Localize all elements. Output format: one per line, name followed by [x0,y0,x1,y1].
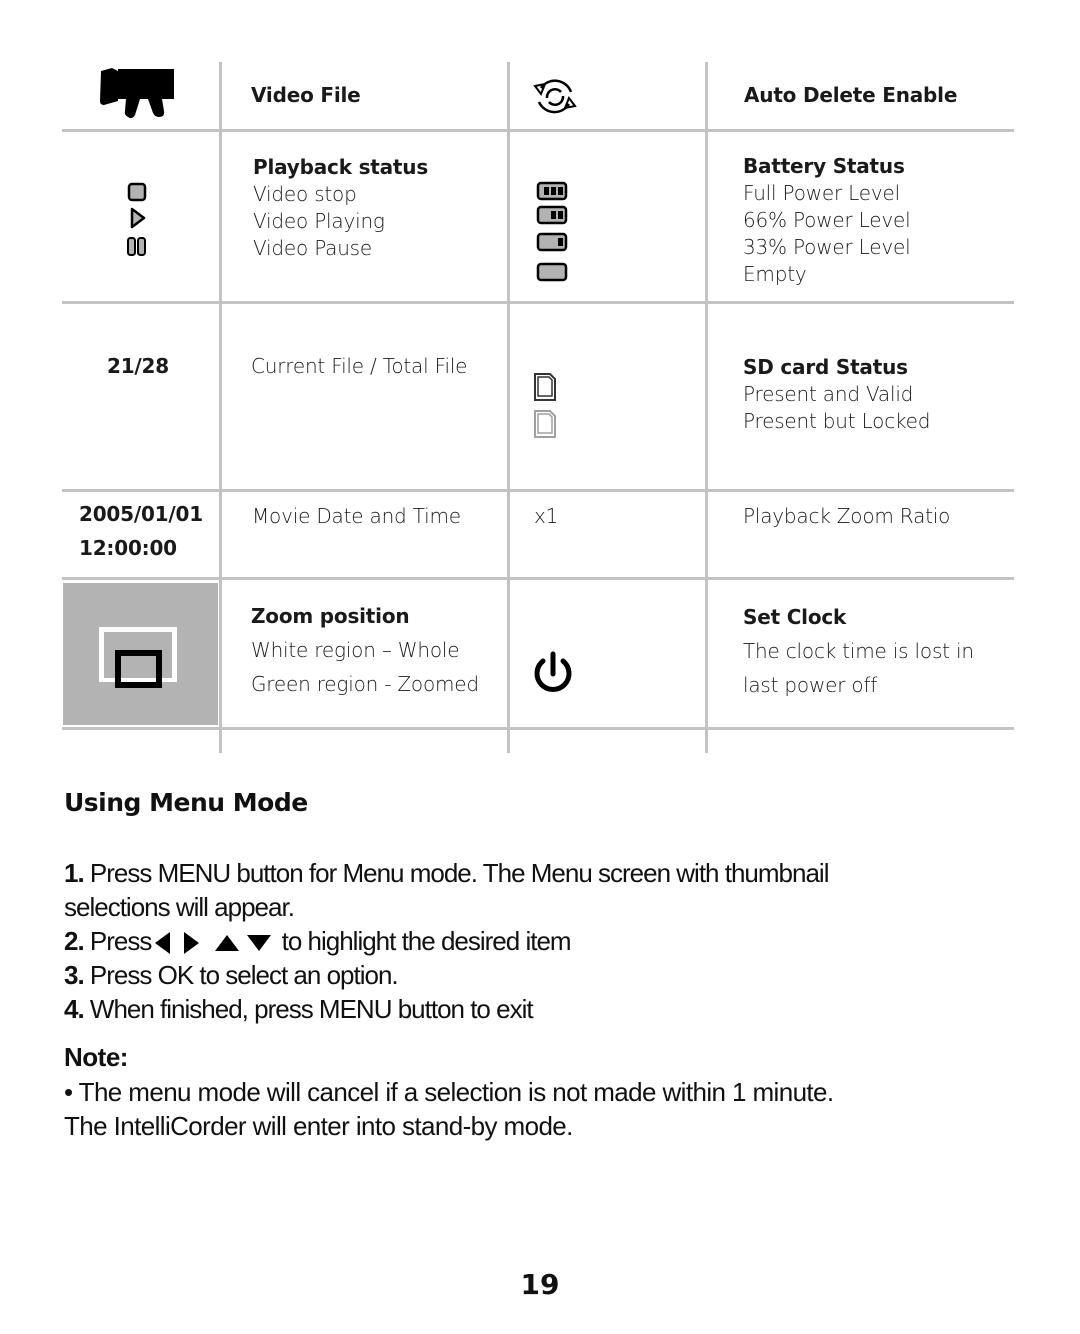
movie-datetime-label: Movie Date and Time [252,504,461,528]
zoom-position-icon [63,583,218,725]
section-title: Using Menu Mode [64,788,308,817]
playback-status-line: Video stop [253,182,357,206]
set-clock-line: last power off [743,673,878,697]
sd-card-status-line: Present and Valid [743,382,914,406]
play-icon [130,207,146,229]
playback-status-line: Video Pause [253,236,373,260]
set-clock-line: The clock time is lost in [743,639,974,663]
sd-card-valid-icon [534,373,556,401]
zoom-ratio-value: x1 [534,504,559,528]
file-counter-label: Current File / Total File [251,354,468,378]
arrow-left-icon [155,932,171,955]
sd-card-locked-icon [534,410,556,438]
step-number: 1. [64,858,85,888]
step-text: Press OK to select an option. [83,960,399,990]
sd-card-status-text: SD card Status Present and Valid Present… [743,354,930,435]
table-divider [219,62,222,753]
video-camera-icon [100,68,174,119]
menu-steps: 1. Press MENU button for Menu mode. The … [64,856,830,1026]
battery-status-line: 33% Power Level [743,235,911,259]
playback-status-heading: Playback status [253,155,429,179]
movie-time: 12:00:00 [79,536,177,560]
step-number: 3. [64,960,85,990]
table-divider [62,577,1014,580]
battery-full-icon [536,181,568,201]
step-item: 3. Press OK to select an option. [64,958,828,992]
step-text: When finished, press MENU button to exit [83,994,534,1024]
sd-card-status-heading: SD card Status [743,355,908,379]
table-divider [62,489,1014,492]
note-line: The IntelliCorder will enter into stand-… [64,1111,573,1141]
step-item: 4. When finished, press MENU button to e… [64,992,828,1026]
sd-card-status-line: Present but Locked [743,409,931,433]
step-item: 1. Press MENU button for Menu mode. The … [64,856,830,890]
battery-status-line: Empty [743,262,807,286]
arrow-down-icon [247,935,272,952]
battery-status-heading: Battery Status [743,154,905,178]
playback-status-text: Playback status Video stop Video Playing… [253,154,428,262]
battery-status-text: Battery Status Full Power Level 66% Powe… [743,153,911,288]
movie-date: 2005/01/01 [79,502,203,526]
arrow-right-icon [184,932,200,955]
step-text: Press [83,926,152,956]
file-counter-value: 21/28 [107,354,169,378]
zoom-ratio-label: Playback Zoom Ratio [743,504,951,528]
zoom-position-line: Green region - Zoomed [251,672,479,696]
table-divider [62,129,1014,132]
page-number: 19 [520,1268,560,1301]
battery-33-icon [536,232,568,252]
auto-delete-cycle-icon [533,79,577,114]
battery-empty-icon [536,262,568,282]
stop-icon [127,182,147,202]
set-clock-heading: Set Clock [743,605,847,629]
table-divider [705,62,708,753]
step-text: to highlight the desired item [275,926,572,956]
auto-delete-label: Auto Delete Enable [744,83,958,107]
table-divider [507,62,510,753]
step-number: 2. [64,926,85,956]
table-divider [62,301,1014,304]
step-number: 4. [64,994,85,1024]
playback-status-line: Video Playing [253,209,385,233]
video-file-label: Video File [251,83,361,107]
step-text: Press MENU button for Menu mode. The Men… [83,858,830,888]
step-continuation: selections will appear. [64,892,295,922]
zoom-position-heading: Zoom position [251,604,410,628]
movie-datetime-value: 2005/01/01 12:00:00 [79,497,203,565]
step-item: 2. Press to highlight the desired item [64,924,828,958]
note-body: • The menu mode will cancel if a selecti… [64,1075,834,1143]
power-icon [534,651,572,692]
battery-status-line: Full Power Level [743,181,900,205]
zoom-position-line: White region – Whole [251,638,460,662]
battery-status-line: 66% Power Level [743,208,911,232]
arrow-up-icon [215,935,240,952]
note-line: • The menu mode will cancel if a selecti… [64,1077,834,1107]
zoom-position-text: Zoom position White region – Whole Green… [251,599,479,701]
set-clock-text: Set Clock The clock time is lost in last… [743,600,974,702]
table-divider [62,727,1014,730]
note-title: Note: [64,1042,128,1072]
pause-icon [127,237,146,256]
battery-66-icon [536,205,568,225]
